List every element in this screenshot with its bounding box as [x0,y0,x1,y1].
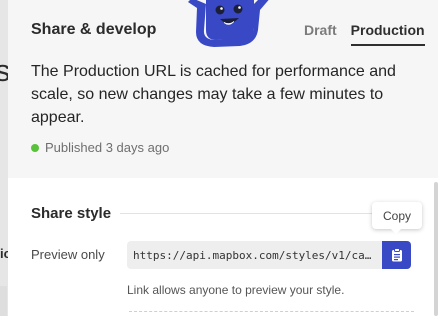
production-description: The Production URL is cached for perform… [31,63,396,126]
share-panel: Share & develop Draft Production The Pro… [8,0,438,316]
preview-only-label: Preview only [31,247,105,262]
preview-url-field[interactable] [127,241,382,269]
panel-scrollbar[interactable] [434,182,438,316]
background-edge [0,286,7,316]
clipboard-icon [391,248,402,262]
preview-link-hint: Link allows anyone to preview your style… [127,283,345,297]
panel-title: Share & develop [31,21,157,38]
copy-url-button[interactable] [382,241,411,269]
environment-tabs: Draft Production [304,22,425,46]
copy-tooltip: Copy [372,202,422,234]
status-dot-icon [31,143,39,152]
tab-production[interactable]: Production [350,22,425,46]
publish-status-text: Published 3 days ago [45,140,170,155]
tab-draft[interactable]: Draft [304,22,337,46]
publish-status: Published 3 days ago [31,140,169,155]
dashed-divider [129,311,414,312]
share-style-title: Share style [31,205,112,222]
section-divider [120,213,390,214]
share-develop-section: Share & develop Draft Production The Pro… [8,0,438,178]
mascot-illustration [188,0,269,47]
